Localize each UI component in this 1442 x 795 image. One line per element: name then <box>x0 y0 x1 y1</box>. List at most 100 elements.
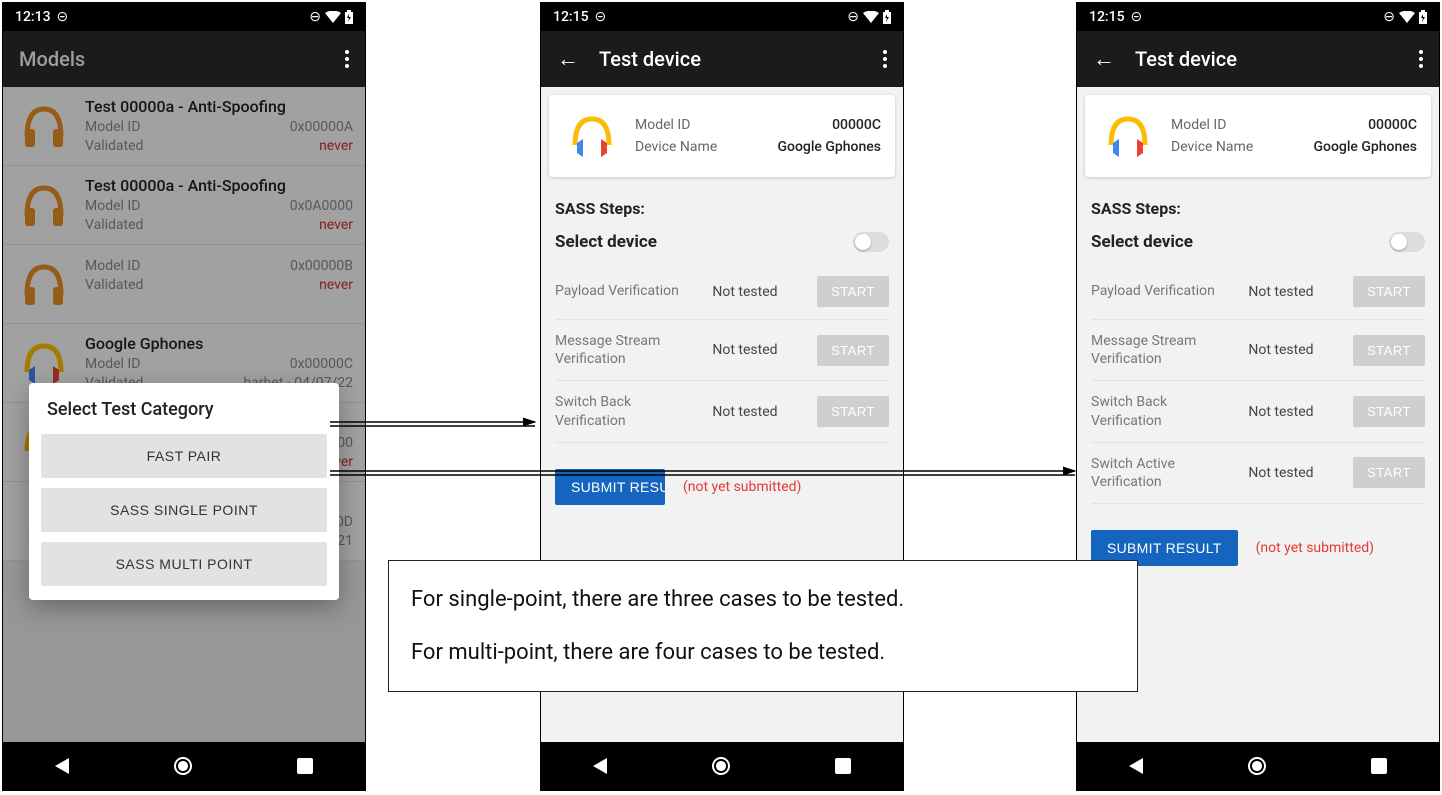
test-list-single: Payload VerificationNot testedSTARTMessa… <box>555 264 889 443</box>
back-arrow-icon[interactable]: ← <box>1093 46 1115 72</box>
test-name: Message Stream Verification <box>555 332 702 368</box>
device-name-label: Device Name <box>1171 139 1253 155</box>
phone-models: 12:13 ⊝ ⊖ Models Test 00000a - Anti-Spoo… <box>2 2 366 791</box>
test-row: Payload Verification Not tested START <box>1091 264 1425 320</box>
test-status: Not tested <box>712 284 807 300</box>
test-row: Switch Back Verification Not tested START <box>555 381 889 442</box>
model-id-value: 00000C <box>832 117 881 133</box>
model-id-label: Model ID <box>635 117 690 133</box>
dialog-title: Select Test Category <box>41 399 327 420</box>
test-status: Not tested <box>712 404 807 420</box>
sass-steps-heading: SASS Steps: <box>1091 199 1425 218</box>
select-test-category-dialog: Select Test Category FAST PAIR SASS SING… <box>29 383 339 600</box>
back-arrow-icon[interactable]: ← <box>557 46 579 72</box>
device-card: Model ID 00000C Device Name Google Gphones <box>1085 95 1431 177</box>
device-name-label: Device Name <box>635 139 717 155</box>
nav-recent-icon[interactable] <box>297 758 313 774</box>
content-area: Test 00000a - Anti-SpoofingModel ID0x000… <box>3 87 365 742</box>
start-button[interactable]: START <box>817 276 889 307</box>
arrow-single-point <box>330 414 550 434</box>
device-icon <box>1099 107 1157 165</box>
test-row: Switch Active Verification Not tested STAR… <box>1091 443 1425 504</box>
status-bar: 12:15 ⊝ ⊖ <box>1077 3 1439 31</box>
app-bar: ← Test device <box>1077 31 1439 87</box>
start-button[interactable]: START <box>1353 457 1425 488</box>
nav-recent-icon[interactable] <box>1371 758 1387 774</box>
sass-multi-point-button[interactable]: SASS MULTI POINT <box>41 542 327 586</box>
device-icon <box>563 107 621 165</box>
sass-steps-heading: SASS Steps: <box>555 199 889 218</box>
wifi-icon <box>325 11 341 23</box>
nav-bar <box>541 742 903 790</box>
nav-back-icon[interactable] <box>1129 758 1143 774</box>
test-status: Not tested <box>712 342 807 358</box>
test-list-multi: Payload VerificationNot testedSTARTMessa… <box>1091 264 1425 504</box>
select-device-toggle[interactable] <box>1389 232 1425 252</box>
nav-recent-icon[interactable] <box>835 758 851 774</box>
caption-box: For single-point, there are three cases … <box>388 560 1138 692</box>
nav-bar <box>1077 742 1439 790</box>
status-bar: 12:13 ⊝ ⊖ <box>3 3 365 31</box>
battery-icon <box>345 10 353 24</box>
test-row: Message Stream Verification Not tested STA… <box>1091 320 1425 381</box>
test-status: Not tested <box>1248 284 1343 300</box>
test-name: Switch Active Verification <box>1091 455 1238 491</box>
test-row: Switch Back Verification Not tested START <box>1091 381 1425 442</box>
app-bar: ← Test device <box>541 31 903 87</box>
nav-bar <box>3 742 365 790</box>
model-id-label: Model ID <box>1171 117 1226 133</box>
page-title: Models <box>19 47 325 71</box>
battery-icon <box>1419 10 1427 24</box>
status-time: 12:13 <box>15 9 51 25</box>
page-title: Test device <box>599 47 863 71</box>
donotdisturb-icon: ⊖ <box>1383 9 1395 25</box>
app-bar: Models <box>3 31 365 87</box>
donotdisturb-icon: ⊖ <box>309 9 321 25</box>
device-name-value: Google Gphones <box>1313 139 1417 155</box>
test-status: Not tested <box>1248 342 1343 358</box>
more-vert-icon[interactable] <box>883 50 887 68</box>
start-button[interactable]: START <box>1353 396 1425 427</box>
test-name: Switch Back Verification <box>1091 393 1238 429</box>
device-card: Model ID 00000C Device Name Google Gphones <box>549 95 895 177</box>
donotdisturb-icon: ⊖ <box>847 9 859 25</box>
caption-line-2: For multi-point, there are four cases to… <box>411 636 1115 669</box>
wifi-icon <box>1399 11 1415 23</box>
page-title: Test device <box>1135 47 1399 71</box>
model-id-value: 00000C <box>1368 117 1417 133</box>
test-status: Not tested <box>1248 465 1343 481</box>
test-name: Switch Back Verification <box>555 393 702 429</box>
status-time: 12:15 <box>1089 9 1125 25</box>
nav-home-icon[interactable] <box>712 757 730 775</box>
test-name: Payload Verification <box>1091 282 1238 300</box>
start-button[interactable]: START <box>817 335 889 366</box>
status-icon-dnd: ⊝ <box>1131 9 1143 25</box>
sass-single-point-button[interactable]: SASS SINGLE POINT <box>41 488 327 532</box>
nav-back-icon[interactable] <box>593 758 607 774</box>
start-button[interactable]: START <box>1353 276 1425 307</box>
select-device-label: Select device <box>1091 232 1193 252</box>
fast-pair-button[interactable]: FAST PAIR <box>41 434 327 478</box>
start-button[interactable]: START <box>817 396 889 427</box>
battery-icon <box>883 10 891 24</box>
nav-back-icon[interactable] <box>55 758 69 774</box>
more-vert-icon[interactable] <box>345 50 349 68</box>
status-time: 12:15 <box>553 9 589 25</box>
start-button[interactable]: START <box>1353 335 1425 366</box>
test-row: Message Stream Verification Not tested STA… <box>555 320 889 381</box>
test-status: Not tested <box>1248 404 1343 420</box>
caption-line-1: For single-point, there are three cases … <box>411 583 1115 616</box>
status-icon-dnd: ⊝ <box>595 9 607 25</box>
select-device-toggle[interactable] <box>853 232 889 252</box>
test-name: Payload Verification <box>555 282 702 300</box>
test-row: Payload Verification Not tested START <box>555 264 889 320</box>
test-name: Message Stream Verification <box>1091 332 1238 368</box>
submit-status-text: (not yet submitted) <box>1256 540 1374 556</box>
nav-home-icon[interactable] <box>1248 757 1266 775</box>
more-vert-icon[interactable] <box>1419 50 1423 68</box>
status-icon-dnd: ⊝ <box>57 9 69 25</box>
status-bar: 12:15 ⊝ ⊖ <box>541 3 903 31</box>
device-name-value: Google Gphones <box>777 139 881 155</box>
select-device-label: Select device <box>555 232 657 252</box>
nav-home-icon[interactable] <box>174 757 192 775</box>
